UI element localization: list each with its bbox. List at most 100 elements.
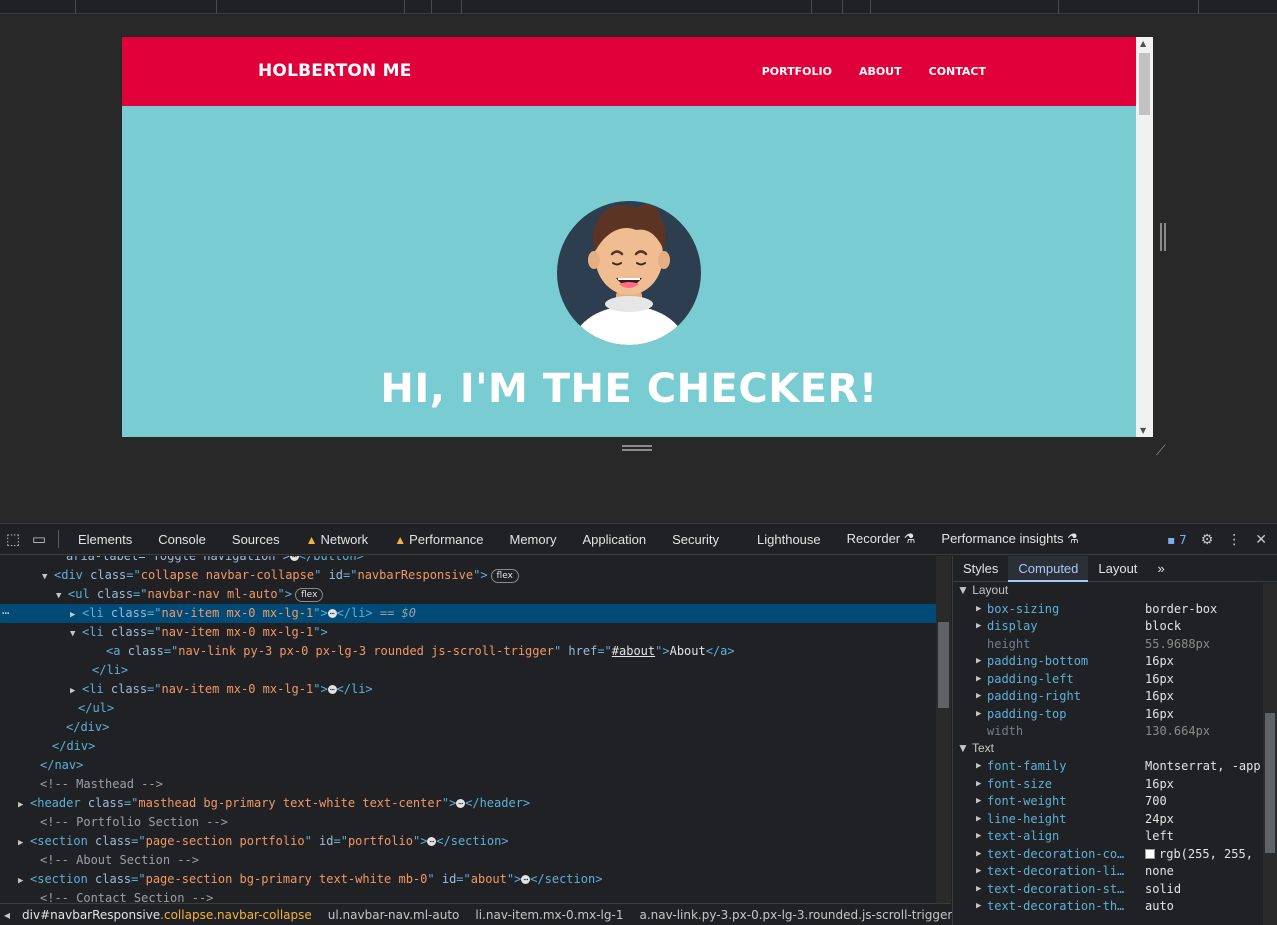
computed-property[interactable]: ▶ padding-top 16px: [953, 706, 1263, 724]
device-toolbar-icon[interactable]: ▭: [26, 530, 52, 548]
site-brand[interactable]: HOLBERTON ME: [258, 61, 412, 81]
dom-node-line[interactable]: <!-- About Section -->: [0, 851, 936, 870]
flask-icon: ⚗: [1067, 531, 1079, 546]
computed-property[interactable]: ▶ box-sizing border-box: [953, 601, 1263, 619]
more-options-icon[interactable]: ⋮: [1227, 532, 1241, 548]
breadcrumb-item[interactable]: ul.navbar-nav.ml-auto: [320, 908, 468, 922]
dom-node-line[interactable]: ▶ <li class="nav-item mx-0 mx-lg-1"> ⋯ </li…: [0, 680, 936, 699]
computed-property[interactable]: ▶ padding-left 16px: [953, 671, 1263, 689]
computed-property[interactable]: ▶ line-height 24px: [953, 811, 1263, 829]
scroll-down-arrow-icon[interactable]: ▼: [1140, 426, 1146, 435]
breadcrumb-left-arrow-icon[interactable]: ◂: [0, 908, 14, 922]
warning-icon: ▲: [305, 532, 318, 547]
computed-property[interactable]: ▶ text-decoration-st… solid: [953, 881, 1263, 899]
dom-node-line[interactable]: ▼ <ul class="navbar-nav ml-auto"> flex: [0, 585, 936, 604]
collapsed-children-icon: ⋯: [327, 609, 337, 618]
issues-badge[interactable]: ▪ 7: [1167, 533, 1187, 547]
dom-node-line[interactable]: ▶ <section class="page-section bg-primary…: [0, 870, 936, 889]
computed-property[interactable]: ▶ text-decoration-th… auto: [953, 898, 1263, 916]
masthead: HI, I'M THE CHECKER!: [122, 106, 1136, 437]
computed-property[interactable]: ▶ padding-right 16px: [953, 688, 1263, 706]
dom-node-line[interactable]: aria-label="Toggle navigation"> ⋯ </button…: [0, 556, 936, 566]
tab-computed[interactable]: Computed: [1008, 555, 1089, 582]
devtools-panel: ⬚ ▭ Elements Console Sources ▲ Network ▲ P…: [0, 523, 1277, 925]
computed-property[interactable]: ▶ font-size 16px: [953, 776, 1263, 794]
scrollbar-thumb[interactable]: [1139, 53, 1150, 115]
computed-property[interactable]: ▶ text-decoration-li… none: [953, 863, 1263, 881]
tab-memory[interactable]: Memory: [497, 532, 570, 547]
color-swatch: [1145, 848, 1155, 859]
tab-security[interactable]: Security: [659, 532, 744, 547]
computed-property[interactable]: ▶ display block: [953, 618, 1263, 636]
computed-property[interactable]: ▶ font-weight 700: [953, 793, 1263, 811]
computed-property[interactable]: ▶ text-decoration-co… rgb(255, 255,: [953, 846, 1263, 864]
breadcrumb: ◂ div#navbarResponsive.collapse.navbar-c…: [0, 903, 952, 925]
close-icon[interactable]: ✕: [1255, 532, 1267, 548]
dom-node-line[interactable]: <!-- Masthead -->: [0, 775, 936, 794]
computed-section-header[interactable]: ▼ Layout: [957, 583, 1008, 597]
dom-node-line[interactable]: ⋯ ▶ <li class="nav-item mx-0 mx-lg-1"> ⋯ </l…: [0, 604, 936, 623]
flex-badge[interactable]: flex: [490, 569, 519, 583]
collapsed-children-icon: ⋯: [427, 837, 437, 846]
nav-link-about[interactable]: ABOUT: [859, 65, 902, 78]
computed-property[interactable]: ▶ padding-bottom 16px: [953, 653, 1263, 671]
tab-sources[interactable]: Sources: [219, 532, 293, 547]
sidebar-scrollbar[interactable]: [1263, 583, 1277, 925]
dom-node-line[interactable]: <!-- Contact Section -->: [0, 889, 936, 903]
tab-layout[interactable]: Layout: [1088, 556, 1147, 582]
resize-height-handle[interactable]: [622, 443, 652, 453]
breadcrumb-item[interactable]: li.nav-item.mx-0.mx-lg-1: [467, 908, 631, 922]
computed-property[interactable]: height 55.9688px: [953, 636, 1263, 654]
inspect-element-icon[interactable]: ⬚: [0, 530, 26, 548]
computed-property[interactable]: ▶ font-family Montserrat, -app: [953, 758, 1263, 776]
more-tabs-chevron-icon[interactable]: »: [1147, 556, 1174, 582]
site-navbar: HOLBERTON ME PORTFOLIO ABOUT CONTACT: [122, 37, 1136, 106]
tab-styles[interactable]: Styles: [953, 556, 1008, 582]
device-preview-area: HOLBERTON ME PORTFOLIO ABOUT CONTACT HI,…: [0, 15, 1277, 523]
scroll-up-arrow-icon[interactable]: ▲: [1140, 39, 1146, 48]
dom-node-line[interactable]: </div>: [0, 718, 936, 737]
tab-application[interactable]: Application: [569, 532, 659, 547]
tab-lighthouse[interactable]: Lighthouse: [744, 532, 834, 547]
tab-elements[interactable]: Elements: [65, 532, 145, 547]
resize-corner-icon[interactable]: ⟋: [1156, 443, 1166, 459]
dom-node-line[interactable]: <!-- Portfolio Section -->: [0, 813, 936, 832]
nav-link-contact[interactable]: CONTACT: [929, 65, 986, 78]
computed-property[interactable]: ▶ text-align left: [953, 828, 1263, 846]
flask-icon: ⚗: [903, 531, 916, 546]
dom-node-line[interactable]: </ul>: [0, 699, 936, 718]
dom-node-line[interactable]: </div>: [0, 737, 936, 756]
breadcrumb-item[interactable]: div#navbarResponsive.collapse.navbar-col…: [14, 908, 320, 922]
dom-node-line[interactable]: ▼ <li class="nav-item mx-0 mx-lg-1">: [0, 623, 936, 642]
dom-node-line[interactable]: <a class="nav-link py-3 px-0 px-lg-3 rou…: [0, 642, 936, 661]
page-viewport[interactable]: HOLBERTON ME PORTFOLIO ABOUT CONTACT HI,…: [122, 37, 1153, 437]
tab-performance[interactable]: ▲ Performance: [381, 532, 496, 547]
nav-link-portfolio[interactable]: PORTFOLIO: [762, 65, 832, 78]
settings-gear-icon[interactable]: ⚙: [1201, 532, 1214, 548]
computed-property[interactable]: width 130.664px: [953, 723, 1263, 741]
viewport-scrollbar[interactable]: ▲ ▼: [1136, 37, 1153, 437]
computed-section-header[interactable]: ▼ Text: [957, 741, 994, 755]
elements-scrollbar[interactable]: [936, 556, 951, 903]
dom-node-line[interactable]: </li>: [0, 661, 936, 680]
tab-recorder[interactable]: Recorder ⚗: [834, 531, 929, 547]
dom-node-line[interactable]: </nav>: [0, 756, 936, 775]
site-nav-links: PORTFOLIO ABOUT CONTACT: [762, 65, 986, 78]
dom-node-line[interactable]: ▼ <div class="collapse navbar-collapse" i…: [0, 566, 936, 585]
dom-node-line[interactable]: ▶ <header class="masthead bg-primary text…: [0, 794, 936, 813]
breadcrumb-item[interactable]: a.nav-link.py-3.px-0.px-lg-3.rounded.js-…: [631, 908, 960, 922]
collapsed-children-icon: ⋯: [327, 685, 337, 694]
avatar-image: [557, 201, 701, 345]
tab-network[interactable]: ▲ Network: [293, 532, 382, 547]
elements-tree[interactable]: aria-label="Toggle navigation"> ⋯ </button…: [0, 556, 951, 903]
flex-badge[interactable]: flex: [295, 588, 324, 602]
warning-icon: ▲: [394, 532, 407, 547]
collapsed-children-icon: ⋯: [456, 799, 466, 808]
hero-title: HI, I'M THE CHECKER!: [380, 366, 878, 412]
sidebar-tab-bar: Styles Computed Layout »: [953, 555, 1277, 582]
dom-node-line[interactable]: ▶ <section class="page-section portfolio"…: [0, 832, 936, 851]
devtools-tab-bar: ⬚ ▭ Elements Console Sources ▲ Network ▲ P…: [0, 524, 1277, 555]
tab-console[interactable]: Console: [145, 532, 219, 547]
resize-width-handle[interactable]: [1160, 223, 1166, 251]
tab-performance-insights[interactable]: Performance insights ⚗: [928, 531, 1091, 547]
